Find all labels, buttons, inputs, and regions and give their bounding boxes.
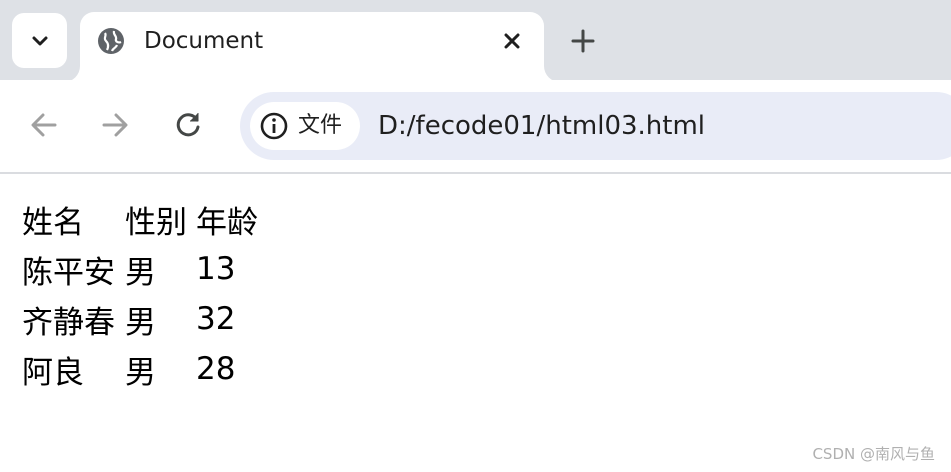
forward-button[interactable]: [97, 107, 133, 143]
back-arrow-icon: [31, 113, 57, 137]
cell-gender: 男: [125, 354, 156, 391]
cell-name: 陈平安: [22, 254, 115, 291]
table-header-row: 姓名 性别 年龄: [20, 194, 260, 244]
globe-icon: [98, 28, 124, 54]
cell-age: 32: [196, 301, 236, 337]
back-button[interactable]: [26, 107, 62, 143]
reload-button[interactable]: [170, 107, 206, 143]
site-info-chip[interactable]: 文件: [250, 102, 360, 150]
watermark: CSDN @南风与鱼: [812, 445, 935, 463]
info-icon: [260, 112, 288, 140]
cell-name: 齐静春: [22, 304, 115, 341]
tab-title: Document: [144, 28, 264, 54]
cell-age: 28: [196, 351, 236, 387]
tab-strip: Document: [0, 0, 951, 82]
forward-arrow-icon: [102, 113, 128, 137]
cell-name: 阿良: [22, 354, 84, 391]
new-tab-button[interactable]: [566, 24, 600, 58]
page-content: 姓名 性别 年龄 陈平安 男 13 齐静春 男 32 阿良 男 28 CSDN …: [0, 174, 951, 472]
header-gender: 性别: [125, 204, 187, 241]
site-info-label: 文件: [298, 113, 343, 138]
people-table: 姓名 性别 年龄 陈平安 男 13 齐静春 男 32 阿良 男 28: [20, 194, 260, 394]
tab-active[interactable]: Document: [80, 12, 544, 82]
browser-toolbar: 文件 D:/fecode01/html03.html: [0, 80, 951, 174]
address-bar[interactable]: 文件 D:/fecode01/html03.html: [240, 92, 951, 160]
cell-gender: 男: [125, 304, 156, 341]
url-text[interactable]: D:/fecode01/html03.html: [378, 109, 705, 143]
tab-search-button[interactable]: [12, 13, 67, 68]
plus-icon: [571, 29, 595, 53]
chevron-down-icon: [32, 36, 47, 45]
close-icon: [504, 33, 520, 49]
header-name: 姓名: [22, 204, 84, 241]
table-row: 陈平安 男 13: [20, 244, 260, 294]
tab-close-button[interactable]: [498, 27, 526, 55]
reload-icon: [176, 113, 200, 137]
table-row: 齐静春 男 32: [20, 294, 260, 344]
table-row: 阿良 男 28: [20, 344, 260, 394]
header-age: 年龄: [196, 204, 258, 241]
cell-age: 13: [196, 251, 236, 287]
cell-gender: 男: [125, 254, 156, 291]
